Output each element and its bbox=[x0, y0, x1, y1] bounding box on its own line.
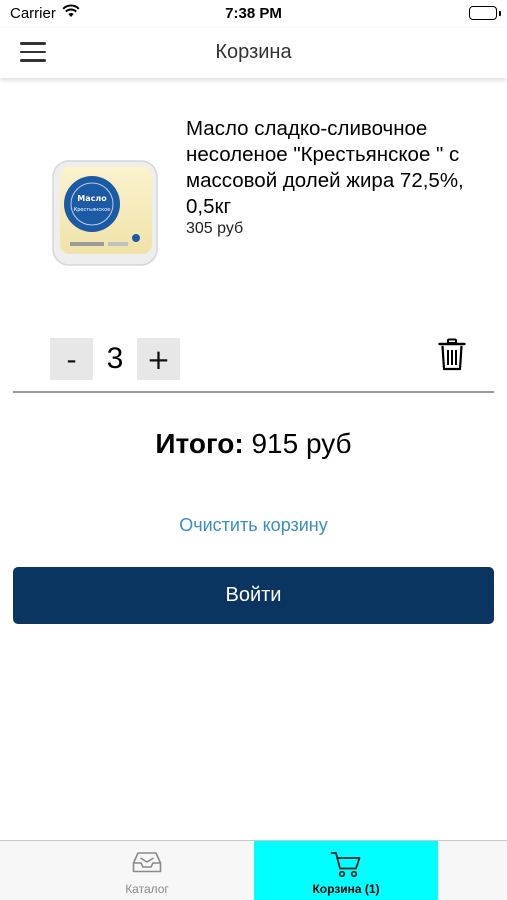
quantity-value: 3 bbox=[106, 342, 124, 375]
tab-bar: Каталог Корзина (1) bbox=[0, 840, 507, 900]
product-title: Масло сладко-сливочное несоленое "Кресть… bbox=[186, 117, 464, 218]
increment-button[interactable]: + bbox=[137, 338, 180, 380]
quantity-stepper: - 3 + bbox=[0, 338, 507, 380]
divider bbox=[13, 391, 494, 393]
nav-bar: Корзина bbox=[0, 28, 507, 78]
tab-cart-label: Корзина (1) bbox=[312, 882, 380, 896]
battery-icon bbox=[469, 6, 501, 20]
cart-icon bbox=[330, 850, 362, 883]
clock: 7:38 PM bbox=[225, 5, 282, 22]
page-title: Корзина bbox=[215, 41, 292, 63]
cart-item: Масло Крестьянское Масло сладко-сливочно… bbox=[0, 108, 507, 298]
svg-text:Масло: Масло bbox=[77, 194, 107, 203]
clear-cart-link[interactable]: Очистить корзину bbox=[0, 515, 507, 536]
product-price: 305 руб bbox=[186, 220, 244, 237]
tab-catalog[interactable]: Каталог bbox=[76, 841, 218, 900]
svg-text:Крестьянское: Крестьянское bbox=[74, 207, 111, 213]
product-image: Масло Крестьянское bbox=[50, 158, 160, 268]
tab-cart[interactable]: Корзина (1) bbox=[254, 841, 438, 900]
decrement-button[interactable]: - bbox=[50, 338, 93, 380]
cart-total: Итого: 915 руб bbox=[0, 428, 507, 460]
inbox-icon bbox=[132, 850, 162, 879]
total-value: 915 руб bbox=[251, 428, 352, 459]
trash-icon[interactable] bbox=[438, 338, 470, 372]
status-bar: Carrier 7:38 PM bbox=[0, 0, 507, 28]
total-label: Итого: bbox=[155, 428, 244, 459]
login-button[interactable]: Войти bbox=[13, 567, 494, 624]
tab-catalog-label: Каталог bbox=[125, 882, 169, 896]
